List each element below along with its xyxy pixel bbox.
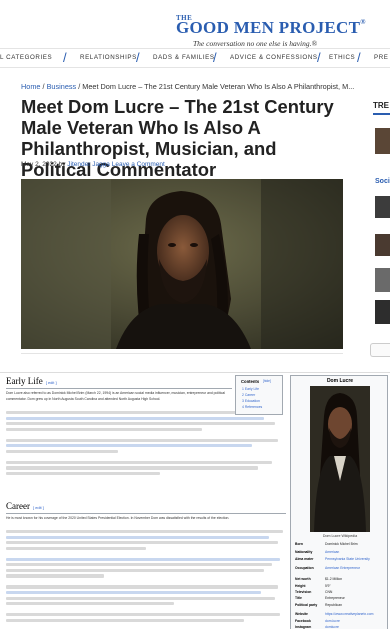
- breadcrumb-business[interactable]: Business: [47, 82, 77, 91]
- sidebar-social-heading: Soci: [375, 178, 390, 185]
- site-header: THE GOOD MEN PROJECT® The conversation n…: [0, 0, 390, 48]
- nav-separator: /: [63, 50, 67, 65]
- main-navigation: L CATEGORIES / RELATIONSHIPS / DADS & FA…: [0, 48, 390, 68]
- wiki-edit-link[interactable]: [ edit ]: [46, 380, 57, 385]
- wiki-divider: [6, 513, 286, 514]
- logo-wordmark: GOOD MEN PROJECT®: [176, 18, 366, 37]
- infobox-title: Dom Lucre: [326, 378, 354, 384]
- nav-separator: /: [136, 50, 140, 65]
- wiki-text-block: [6, 530, 286, 624]
- nav-item-all-categories[interactable]: L CATEGORIES: [0, 54, 52, 61]
- toc-hide-link[interactable]: [hide]: [263, 379, 271, 383]
- toc-item[interactable]: 3 Education: [242, 399, 260, 403]
- article-hero-image: [21, 179, 343, 349]
- site-tagline: The conversation no one else is having.®: [193, 39, 318, 48]
- infobox-caption: Dom Lucre Wikipedia: [322, 534, 358, 538]
- sidebar-thumbnail[interactable]: [375, 268, 390, 292]
- breadcrumb-current: Meet Dom Lucre – The 21st Century Male V…: [82, 82, 355, 91]
- wiki-section-career: Career[ edit ]: [6, 501, 44, 511]
- infobox-portrait: [310, 386, 370, 532]
- toc-item[interactable]: 2 Career: [242, 393, 255, 397]
- wiki-career-text: He is most known for his coverage of the…: [6, 516, 230, 520]
- wiki-table-of-contents: Contents [hide] 1 Early Life 2 Career 3 …: [235, 375, 283, 415]
- toc-item[interactable]: 1 Early Life: [242, 387, 259, 391]
- nav-item-pre[interactable]: PRE: [374, 54, 389, 61]
- sidebar-trending-heading: TRE: [373, 101, 389, 110]
- sidebar-widget[interactable]: [370, 343, 390, 357]
- wiki-edit-link[interactable]: [ edit ]: [33, 505, 44, 510]
- nav-separator: /: [357, 50, 361, 65]
- sidebar-thumbnail[interactable]: [375, 196, 390, 218]
- article-date: May 2, 2022: [21, 161, 57, 168]
- wiki-text-block: [6, 411, 286, 478]
- wikipedia-screenshot: Early Life[ edit ] Dom Lucre also referr…: [0, 372, 390, 629]
- sidebar-heading-underline: [373, 113, 390, 115]
- toc-title: Contents: [241, 379, 260, 384]
- nav-item-advice-confessions[interactable]: ADVICE & CONFESSIONS: [230, 54, 318, 61]
- toc-item[interactable]: 4 References: [242, 405, 262, 409]
- wiki-divider: [6, 388, 232, 389]
- nav-separator: /: [213, 50, 217, 65]
- sidebar-thumbnail[interactable]: [375, 234, 390, 256]
- breadcrumb: Home / Business / Meet Dom Lucre – The 2…: [21, 82, 354, 91]
- article-byline: May 2, 2022 by Jitender Jagga Leave a Co…: [21, 161, 165, 168]
- wiki-infobox: Dom Lucre Dom Lucre Wikipedia Born Domini…: [290, 375, 388, 629]
- sidebar-thumbnail[interactable]: [375, 300, 390, 324]
- sidebar-thumbnail[interactable]: [375, 128, 390, 154]
- portrait-photo: [21, 179, 343, 349]
- nav-item-relationships[interactable]: RELATIONSHIPS: [80, 54, 137, 61]
- nav-item-ethics[interactable]: ETHICS: [329, 54, 355, 61]
- wiki-section-early-life: Early Life[ edit ]: [6, 376, 57, 386]
- divider: [21, 353, 343, 354]
- breadcrumb-home[interactable]: Home: [21, 82, 40, 91]
- nav-separator: /: [317, 50, 321, 65]
- leave-comment-link[interactable]: Leave a Comment: [112, 161, 165, 168]
- author-link[interactable]: Jitender Jagga: [67, 161, 110, 168]
- nav-item-dads-families[interactable]: DADS & FAMILIES: [153, 54, 215, 61]
- wiki-early-life-text: Dom Lucre also referred to as Dominick M…: [6, 391, 225, 401]
- infobox-photo: [310, 386, 370, 532]
